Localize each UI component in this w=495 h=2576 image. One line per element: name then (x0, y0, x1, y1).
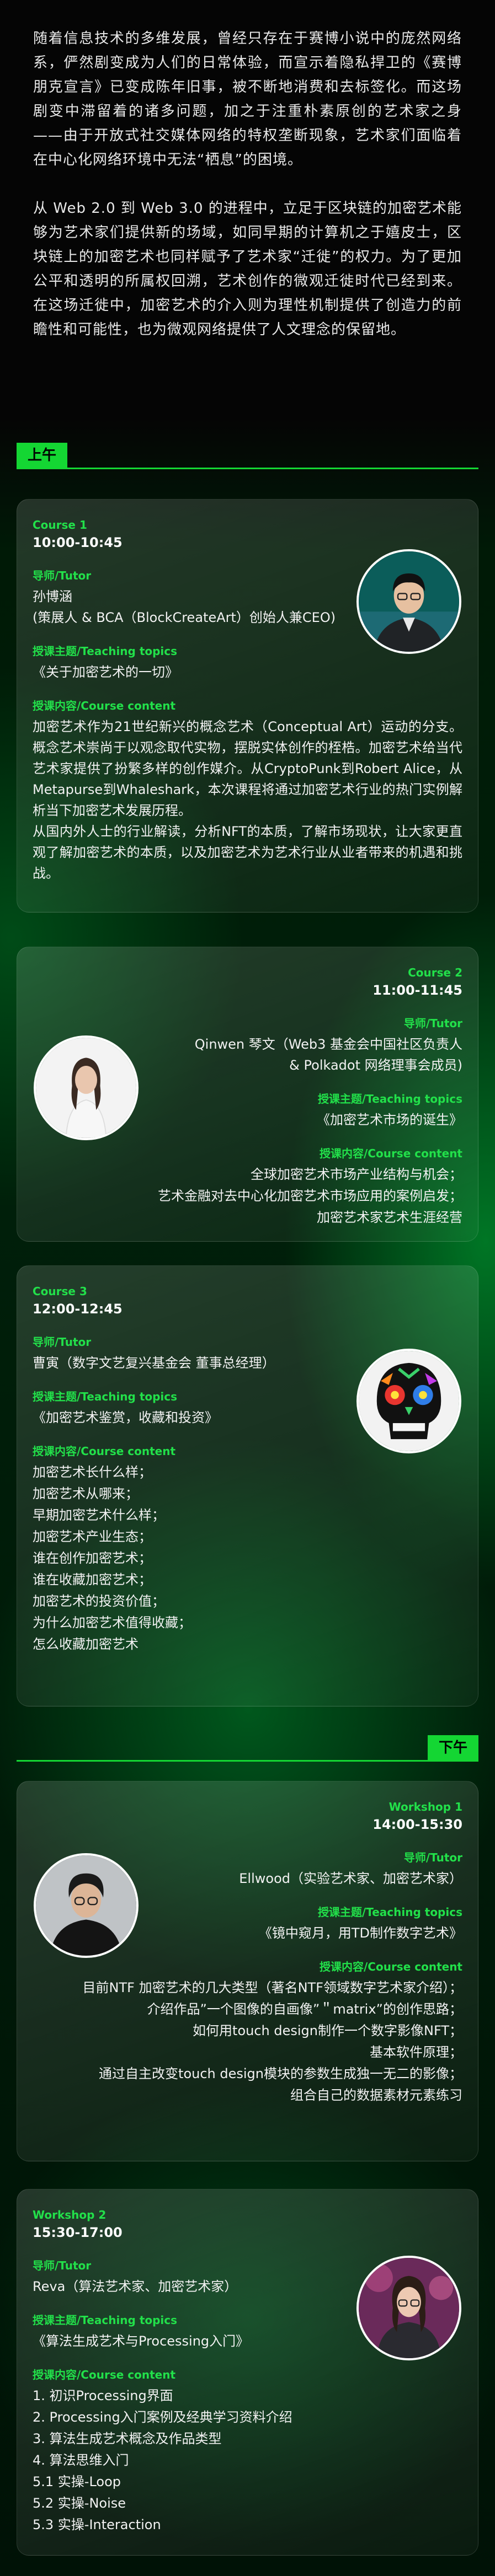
page: 随着信息技术的多维发展，曾经只存在于赛博小说中的庞然网络系，俨然剧变成为人们的日… (0, 0, 495, 2576)
tutor-avatar (356, 1349, 461, 1453)
tutor-line-1: Qinwen 琴文（Web3 基金会中国社区负责人 (194, 1037, 462, 1052)
content-item: 为什么加密艺术值得收藏； (33, 1615, 191, 1630)
tutor-avatar (356, 2256, 461, 2360)
tutor-avatar (34, 1853, 139, 1958)
intro-paragraph-1: 随着信息技术的多维发展，曾经只存在于赛博小说中的庞然网络系，俨然剧变成为人们的日… (33, 30, 462, 168)
tutor-portrait-icon (359, 551, 459, 652)
content-item: 1. 初识Processing界面 (33, 2388, 173, 2403)
content-item: 5.3 实操-Interaction (33, 2517, 161, 2532)
course-code: Course 1 (33, 518, 87, 532)
course-card-3: Course 3 12:00-12:45 导师/Tutor 曹寅（数字文艺复兴基… (17, 1265, 478, 1706)
workshop-code: Workshop 2 (33, 2208, 107, 2221)
course-card-1: Course 1 10:00-10:45 导师/Tutor 孙博涵 (策展人 &… (17, 499, 478, 913)
workshop-code: Workshop 1 (388, 1800, 462, 1813)
tutor-portrait-icon (36, 1855, 136, 1956)
tutor-label: 导师/Tutor (33, 1335, 92, 1349)
content-label: 授课内容/Course content (33, 2368, 176, 2381)
content-item: 如何用touch design制作一个数字影像NFT； (193, 2023, 462, 2038)
content-item: 谁在创作加密艺术； (33, 1550, 152, 1566)
tutor-portrait-icon (359, 2258, 459, 2358)
section-tag-afternoon: 下午 (427, 1735, 478, 1761)
course-code: Course 2 (408, 966, 462, 979)
topic-title: 《关于加密艺术的一切》 (33, 664, 178, 680)
content-label: 授课内容/Course content (33, 699, 176, 712)
workshop-card-2: Workshop 2 15:30-17:00 导师/Tutor Reva（算法艺… (17, 2189, 478, 2556)
content-item: 基本软件原理； (370, 2044, 462, 2060)
content-item: 5.2 实操-Noise (33, 2496, 126, 2511)
content-item: 2. Processing入门案例及经典学习资料介绍 (33, 2409, 292, 2425)
skull-artwork-icon (359, 1351, 459, 1451)
content-paragraph-2: 从国内外人士的行业解读，分析NFT的本质，了解市场现状，让大家更直观了解加密艺术… (33, 824, 462, 881)
tutor-portrait-icon (36, 1038, 136, 1138)
content-item: 加密艺术家艺术生涯经营 (317, 1210, 462, 1225)
content-item: 5.1 实操-Loop (33, 2474, 121, 2489)
content-item: 艺术金融对去中心化加密艺术市场应用的案例启发； (158, 1188, 462, 1204)
content-item: 3. 算法生成艺术概念及作品类型 (33, 2431, 222, 2446)
content-item: 谁在收藏加密艺术； (33, 1572, 152, 1587)
intro-paragraph-2: 从 Web 2.0 到 Web 3.0 的进程中，立足于区块链的加密艺术能够为艺… (33, 200, 462, 338)
content-item: 介绍作品”一个图像的自画像”＂matrix”的创作思路； (147, 2001, 462, 2017)
tutor-label: 导师/Tutor (403, 1017, 462, 1030)
content-item: 组合自己的数据素材元素练习 (290, 2087, 462, 2103)
content-paragraph-1: 加密艺术作为21世纪新兴的概念艺术（Conceptual Art）运动的分支。概… (33, 719, 462, 818)
workshop-card-1: Workshop 1 14:00-15:30 导师/Tutor Ellwood（… (17, 1781, 478, 2161)
course-code: Course 3 (33, 1285, 87, 1298)
content-item: 通过自主改变touch design模块的参数生成独一无二的影像； (99, 2066, 462, 2081)
content-item: 目前NTF 加密艺术的几大类型（著名NTF领域数字艺术家介绍）； (82, 1980, 462, 1995)
tutor-avatar (356, 549, 461, 654)
content-item: 加密艺术长什么样； (33, 1464, 152, 1480)
section-divider-afternoon (17, 1760, 478, 1762)
course-time: 10:00-10:45 (33, 535, 123, 550)
content-item: 早期加密艺术什么样； (33, 1507, 165, 1523)
tutor-line-2: & Polkadot 网络理事会成员) (289, 1058, 462, 1073)
content-item: 加密艺术的投资价值； (33, 1593, 165, 1609)
content-item: 怎么收藏加密艺术 (33, 1636, 139, 1652)
course-card-2: Course 2 11:00-11:45 导师/Tutor Qinwen 琴文（… (17, 947, 478, 1242)
content-item: 4. 算法思维入门 (33, 2452, 129, 2468)
content-item: 加密艺术产业生态； (33, 1529, 152, 1544)
content-label: 授课内容/Course content (319, 1960, 462, 1973)
section-tag-morning: 上午 (17, 443, 68, 468)
content-item: 全球加密艺术市场产业结构与机会； (251, 1167, 462, 1182)
content-label: 授课内容/Course content (319, 1147, 462, 1160)
section-divider-morning (17, 468, 478, 469)
workshop-time: 15:30-17:00 (33, 2225, 123, 2240)
content-item: 加密艺术从哪来； (33, 1486, 139, 1501)
course-time: 12:00-12:45 (33, 1301, 123, 1317)
course-time: 11:00-11:45 (372, 983, 462, 998)
tutor-avatar (34, 1035, 139, 1140)
intro-section: 随着信息技术的多维发展，曾经只存在于赛博小说中的庞然网络系，俨然剧变成为人们的日… (0, 0, 495, 342)
workshop-time: 14:00-15:30 (372, 1817, 462, 1832)
